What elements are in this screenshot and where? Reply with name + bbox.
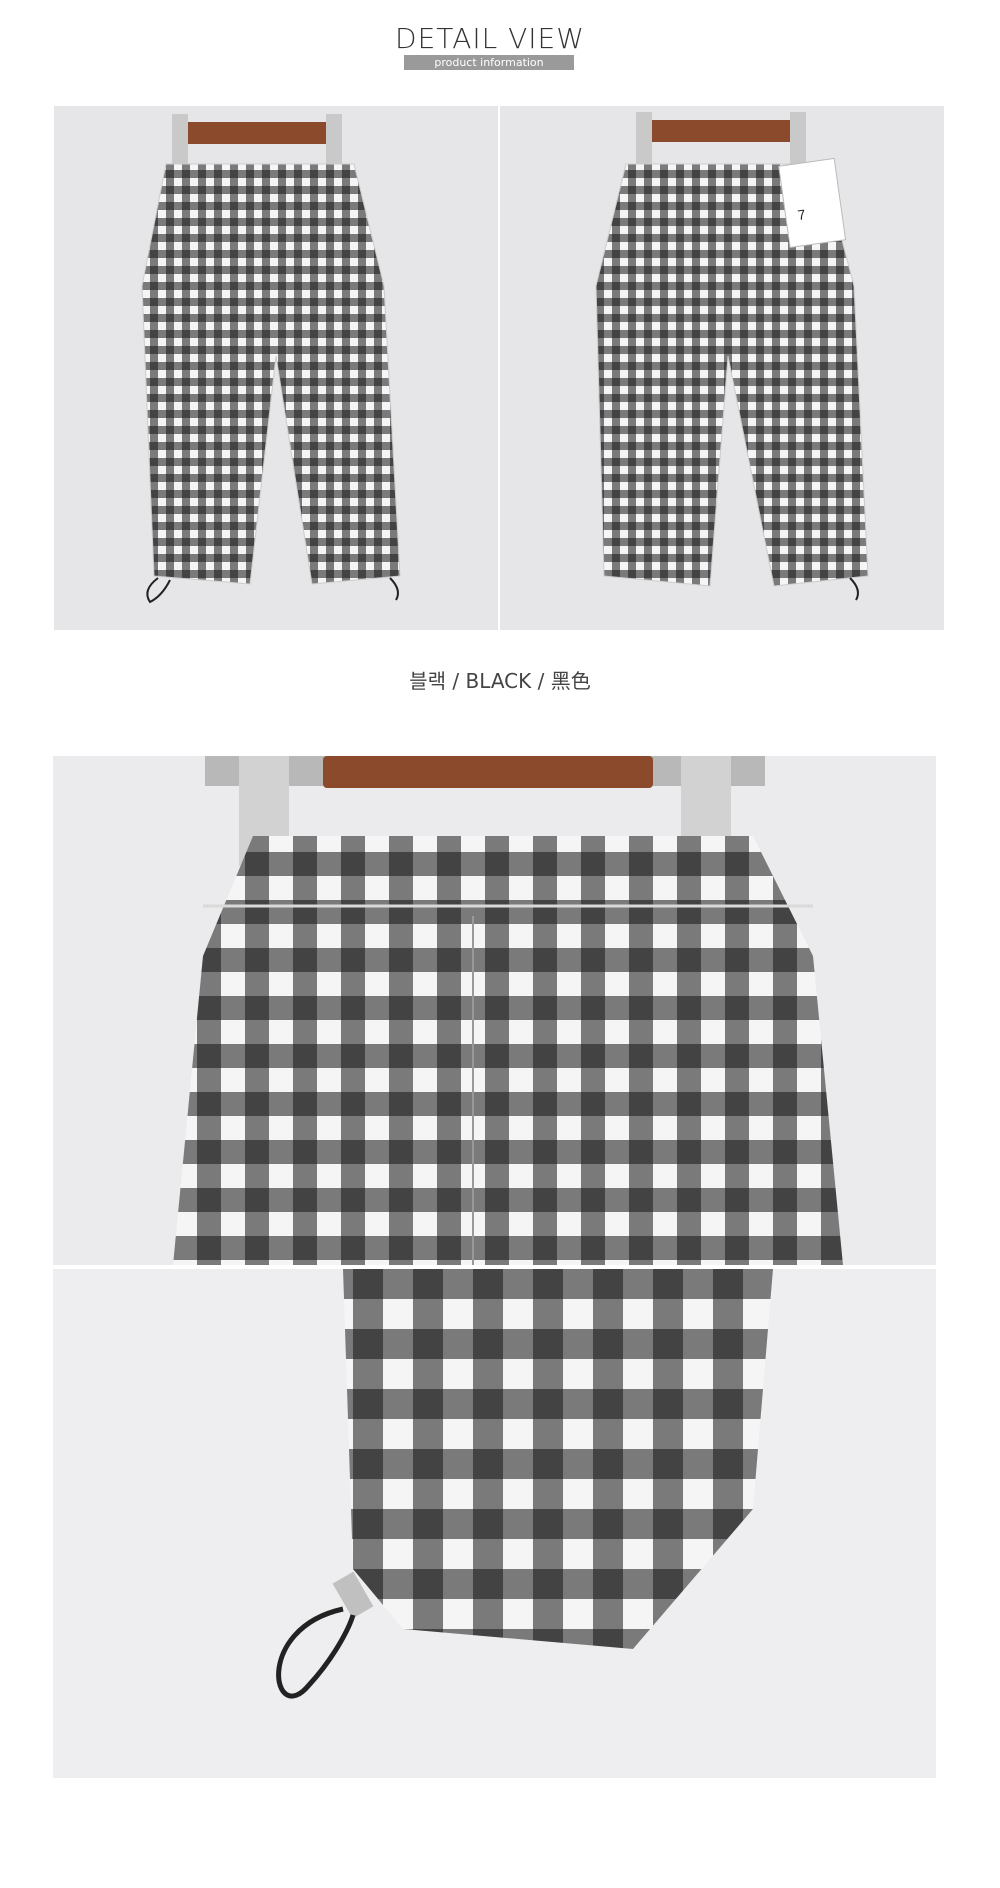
front-view-photo bbox=[54, 106, 498, 630]
section-title: DETAIL VIEW bbox=[395, 22, 585, 55]
back-pants-illustration: 7 bbox=[500, 106, 944, 630]
waist-closeup-illustration bbox=[53, 756, 936, 1265]
size-tag bbox=[778, 157, 847, 249]
color-caption: 블랙 / BLACK / 黑色 bbox=[409, 669, 591, 693]
hem-closeup-photo bbox=[53, 1269, 936, 1778]
hem-closeup-illustration bbox=[53, 1269, 936, 1778]
waist-closeup-photo bbox=[53, 756, 936, 1265]
front-pants-illustration bbox=[54, 106, 498, 630]
section-subtitle: product information bbox=[404, 55, 574, 70]
back-view-photo: 7 bbox=[500, 106, 944, 630]
hanger-bar bbox=[180, 122, 332, 144]
